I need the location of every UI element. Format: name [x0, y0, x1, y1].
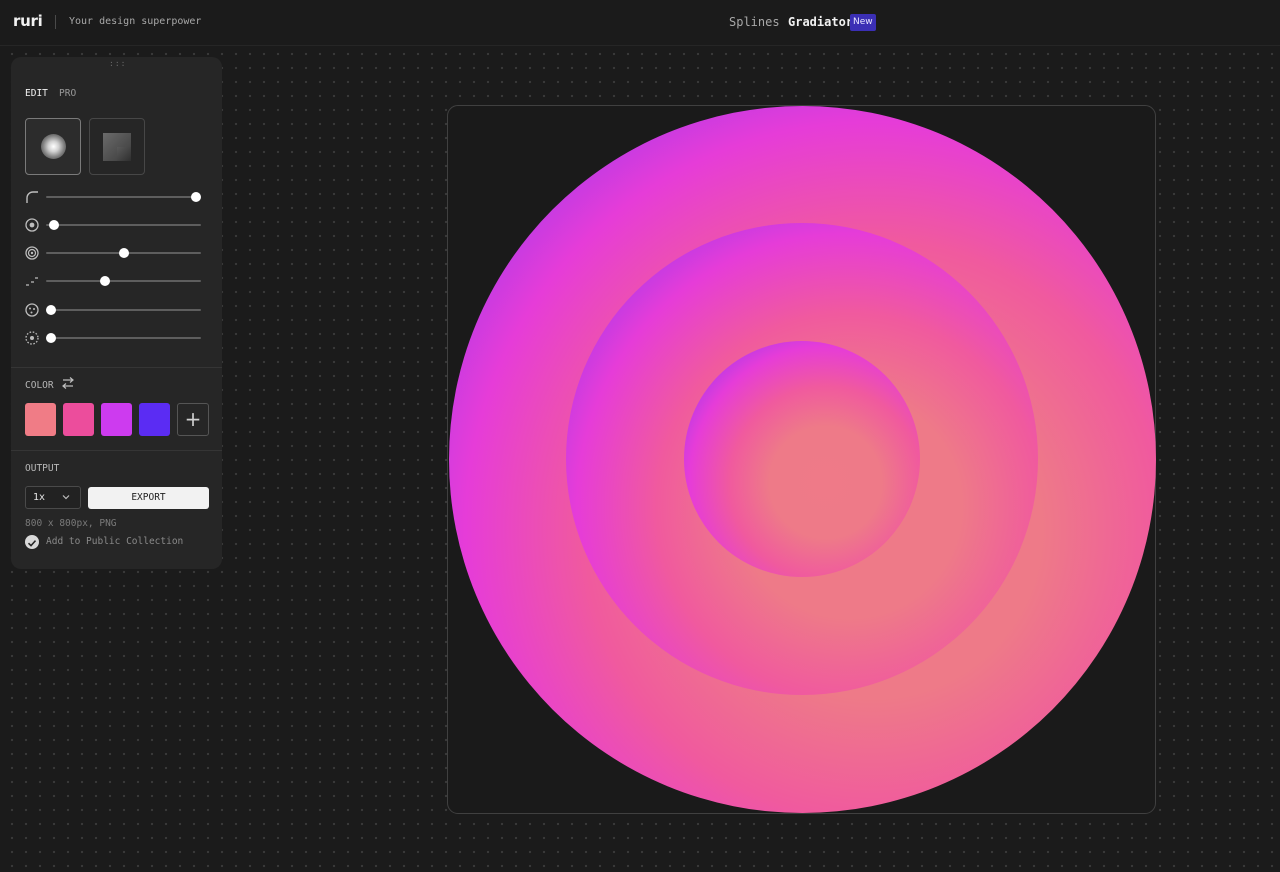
- scale-select[interactable]: 1x: [25, 486, 81, 509]
- chevron-down-icon: [62, 495, 70, 500]
- slider-corner-radius[interactable]: [11, 187, 222, 207]
- slider-thumb[interactable]: [45, 333, 56, 343]
- spiral-icon: [25, 246, 39, 260]
- slider-steps[interactable]: [11, 271, 222, 291]
- swap-icon[interactable]: [61, 376, 75, 390]
- nav-gradiator[interactable]: Gradiator: [788, 15, 853, 29]
- slider-track: [46, 224, 201, 226]
- slider-thumb[interactable]: [45, 305, 56, 315]
- linear-shape-button[interactable]: [89, 118, 145, 175]
- tab-edit[interactable]: EDIT: [25, 88, 48, 99]
- gradient-ring-inner: [684, 341, 920, 577]
- target-icon: [25, 218, 39, 232]
- slider-track: [46, 280, 201, 282]
- slider-track: [46, 196, 201, 198]
- export-button[interactable]: EXPORT: [88, 487, 209, 509]
- slider-thumb[interactable]: [191, 192, 201, 202]
- noise-icon: [25, 303, 39, 317]
- new-badge: New: [850, 14, 876, 31]
- slider-thumb[interactable]: [99, 276, 110, 286]
- slider-track: [46, 309, 201, 311]
- public-collection-checkbox[interactable]: [25, 535, 39, 549]
- linear-gradient-icon: [103, 133, 131, 161]
- slider-grain[interactable]: [11, 328, 222, 348]
- radial-gradient-icon: [41, 134, 66, 159]
- slider-thumb[interactable]: [119, 248, 129, 258]
- scale-value: 1x: [33, 492, 46, 503]
- slider-spiral[interactable]: [11, 243, 222, 263]
- divider: [11, 367, 222, 368]
- drag-handle[interactable]: :::: [109, 59, 126, 68]
- color-swatch[interactable]: [63, 403, 94, 436]
- color-swatch[interactable]: [101, 403, 132, 436]
- gradient-steps-icon: [26, 277, 38, 286]
- check-icon: [27, 540, 37, 547]
- tab-pro[interactable]: PRO: [59, 88, 76, 99]
- logo-divider: [55, 15, 56, 29]
- logo[interactable]: ruri: [13, 12, 43, 30]
- slider-thumb[interactable]: [48, 220, 59, 230]
- color-swatch[interactable]: [25, 403, 56, 436]
- slider-center[interactable]: [11, 215, 222, 235]
- corner-radius-icon: [26, 191, 38, 203]
- color-label: COLOR: [25, 380, 54, 391]
- slider-noise[interactable]: [11, 300, 222, 320]
- top-bar: ruri Your design superpower Splines Grad…: [0, 0, 1280, 46]
- nav-splines[interactable]: Splines: [729, 15, 780, 29]
- dotted-circle-icon: [25, 331, 39, 345]
- public-collection-label[interactable]: Add to Public Collection: [46, 536, 183, 547]
- output-info: 800 x 800px, PNG: [25, 518, 117, 529]
- output-label: OUTPUT: [25, 463, 60, 474]
- control-panel: ::: EDIT PRO COLOR + OUTPUT 1x EXPORT 80…: [11, 57, 222, 569]
- radial-shape-button[interactable]: [25, 118, 81, 175]
- tagline: Your design superpower: [69, 16, 202, 27]
- add-color-button[interactable]: +: [177, 403, 209, 436]
- color-swatch[interactable]: [139, 403, 170, 436]
- divider: [11, 450, 222, 451]
- slider-track: [46, 337, 201, 339]
